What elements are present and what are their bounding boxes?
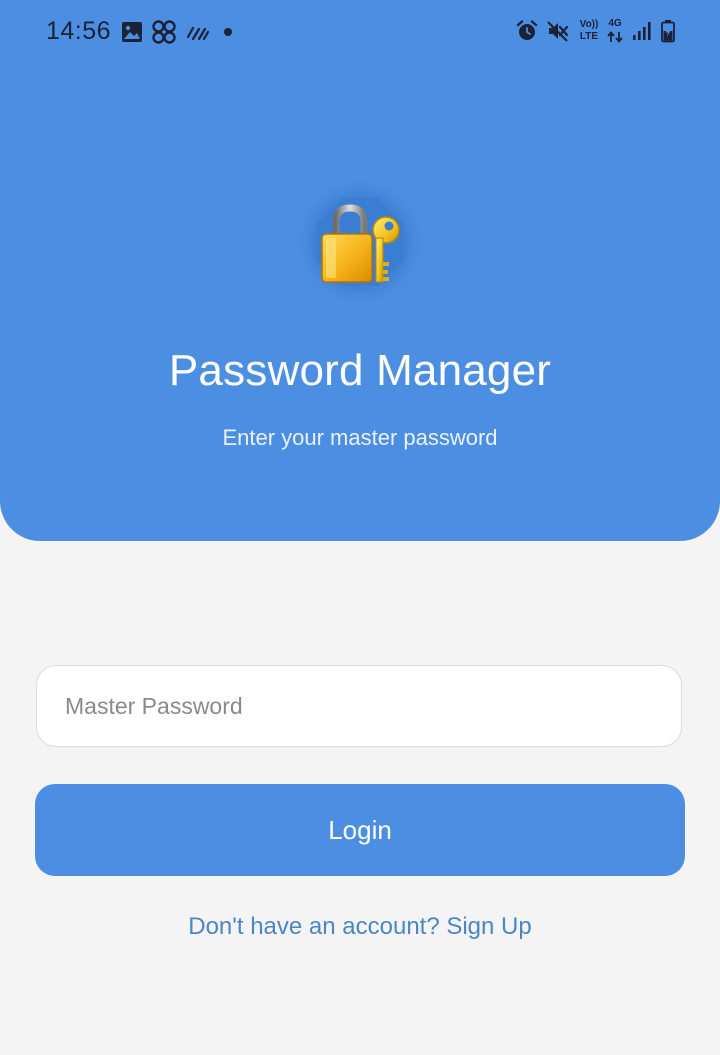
gallery-icon xyxy=(122,22,142,42)
status-bar: 14:56 Vo)) LTE 4G xyxy=(0,0,720,64)
volte-label-bottom: LTE xyxy=(579,31,599,42)
lock-and-key-icon xyxy=(292,174,428,310)
alarm-icon xyxy=(516,20,538,40)
login-screen: 14:56 Vo)) LTE 4G Password Manager Enter… xyxy=(0,0,720,1055)
mute-icon xyxy=(547,21,569,42)
header-panel: 14:56 Vo)) LTE 4G Password Manager Enter… xyxy=(0,0,720,541)
app-title: Password Manager xyxy=(168,346,552,395)
signup-link[interactable]: Don't have an account? Sign Up xyxy=(0,913,720,941)
app-subtitle: Enter your master password xyxy=(222,425,498,450)
login-button[interactable]: Login xyxy=(35,784,685,876)
signal-icon xyxy=(633,22,651,40)
notification-dot-icon xyxy=(224,28,232,36)
4g-data-icon xyxy=(607,31,623,43)
battery-charging-icon xyxy=(661,20,675,43)
data-saver-icon xyxy=(186,26,210,41)
link-app-icon xyxy=(152,20,176,44)
app-logo xyxy=(290,172,430,312)
status-time: 14:56 xyxy=(46,17,112,45)
volte-label-top: Vo)) xyxy=(579,19,599,30)
master-password-input[interactable] xyxy=(36,665,682,747)
network-type-label: 4G xyxy=(608,18,622,29)
